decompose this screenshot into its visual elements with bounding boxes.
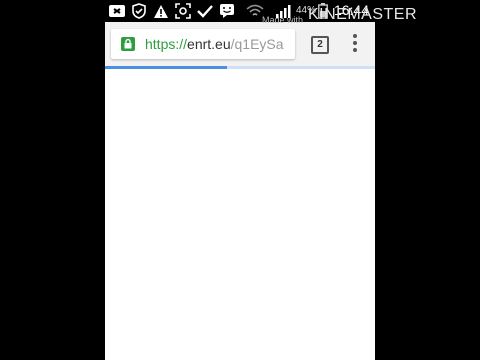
check-icon [197, 3, 213, 19]
browser-toolbar: https://enrt.eu/q1EySa 2 [105, 22, 375, 66]
address-bar[interactable]: https://enrt.eu/q1EySa [111, 29, 295, 59]
shield-icon [131, 3, 147, 19]
chat-icon [219, 3, 235, 19]
page-content [105, 69, 375, 360]
status-bar: 44% 16:44 [105, 0, 375, 22]
url-text: https://enrt.eu/q1EySa [145, 36, 284, 52]
battery-percent: 44% [296, 5, 317, 16]
wifi-icon [246, 3, 264, 19]
url-host: enrt.eu [187, 36, 231, 52]
clock: 16:44 [333, 2, 369, 18]
phone-screen: 44% 16:44 https://enrt.eu/q1EySa 2 [105, 0, 375, 360]
screenshot-icon [175, 3, 191, 19]
overflow-menu-icon[interactable] [349, 34, 361, 54]
url-path: /q1EySa [230, 36, 284, 52]
lock-icon [121, 37, 135, 51]
battery-icon [318, 3, 328, 19]
url-scheme: https:// [145, 36, 188, 52]
tab-switcher-button[interactable]: 2 [311, 36, 329, 54]
signal-icon [275, 3, 291, 19]
notification-icon [109, 3, 125, 19]
warning-icon [153, 3, 169, 19]
